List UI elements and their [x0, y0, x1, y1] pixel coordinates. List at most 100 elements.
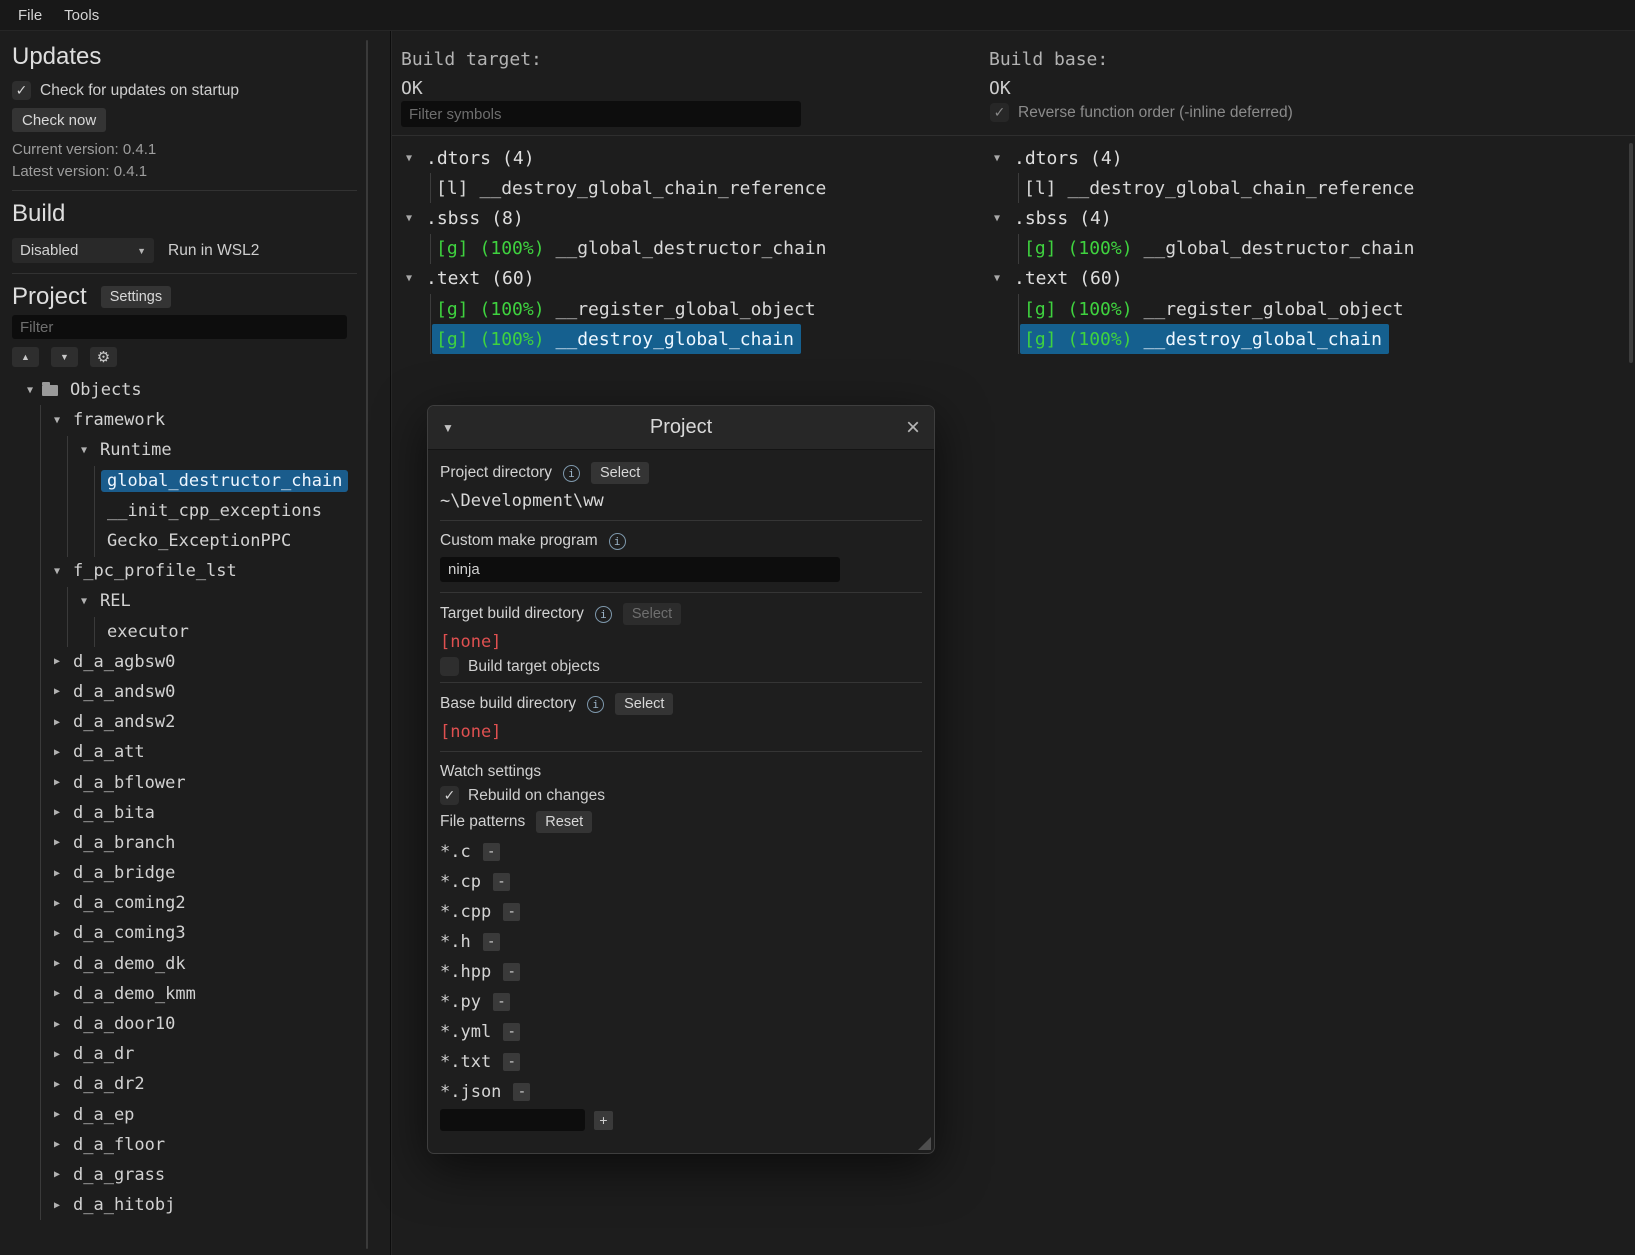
- add-pattern-input[interactable]: [440, 1109, 585, 1131]
- symbol-row[interactable]: [l] __destroy_global_chain_reference: [432, 173, 833, 203]
- symbol-row[interactable]: [g] (100%) __register_global_object: [432, 294, 823, 324]
- rebuild-on-changes-checkbox[interactable]: ✓ Rebuild on changes: [440, 786, 922, 805]
- tree-item-selected[interactable]: global_destructor_chain: [12, 466, 357, 496]
- tree-item[interactable]: ▶ d_a_dr2: [12, 1069, 357, 1099]
- tree-settings-button[interactable]: ⚙: [90, 347, 117, 367]
- symbol-row[interactable]: [l] __destroy_global_chain_reference: [1020, 173, 1421, 203]
- tree-item[interactable]: ▼ framework: [12, 405, 357, 435]
- tree-item[interactable]: ▼ REL: [12, 586, 357, 616]
- menu-file[interactable]: File: [8, 2, 52, 29]
- remove-pattern-button[interactable]: -: [492, 873, 510, 891]
- pattern-row: *.cpp -: [440, 897, 922, 927]
- custom-make-input[interactable]: [440, 557, 840, 582]
- project-filter-input[interactable]: [12, 315, 347, 339]
- sidebar-scrollbar[interactable]: [366, 40, 368, 1249]
- tree-item[interactable]: Gecko_ExceptionPPC: [12, 526, 357, 556]
- tree-item[interactable]: ▶ d_a_coming2: [12, 888, 357, 918]
- tree-item[interactable]: ▶ d_a_bflower: [12, 767, 357, 797]
- symbol-row[interactable]: [g] (100%) __global_destructor_chain: [1020, 234, 1421, 264]
- section-sbss[interactable]: ▼ .sbss (4): [989, 203, 1421, 233]
- tree-item[interactable]: ▶ d_a_branch: [12, 828, 357, 858]
- tree-item[interactable]: ▶ d_a_demo_dk: [12, 949, 357, 979]
- section-text[interactable]: ▼ .text (60): [401, 264, 833, 294]
- section-dtors[interactable]: ▼ .dtors (4): [401, 143, 833, 173]
- info-icon[interactable]: i: [594, 605, 612, 623]
- symbol-flag: [l]: [1024, 177, 1057, 199]
- remove-pattern-button[interactable]: -: [503, 1023, 521, 1041]
- collapse-all-button[interactable]: ▲: [12, 347, 39, 367]
- tree-item[interactable]: ▶ d_a_agbsw0: [12, 647, 357, 677]
- build-target-objects-checkbox[interactable]: Build target objects: [440, 657, 922, 676]
- tree-item-label: Runtime: [100, 440, 172, 461]
- tree-item-label: d_a_dr2: [73, 1074, 145, 1095]
- section-sbss[interactable]: ▼ .sbss (8): [401, 203, 833, 233]
- remove-pattern-button[interactable]: -: [513, 1083, 531, 1101]
- symbol-row-selected[interactable]: [g] (100%) __destroy_global_chain: [432, 324, 801, 355]
- tree-item-label: global_destructor_chain: [101, 469, 349, 492]
- tree-item[interactable]: ▶ d_a_hitobj: [12, 1190, 357, 1220]
- symbol-row-selected[interactable]: [g] (100%) __destroy_global_chain: [1020, 324, 1389, 355]
- tree-item[interactable]: ▼ Runtime: [12, 435, 357, 465]
- base-build-directory-value: [none]: [440, 722, 502, 742]
- tree-item[interactable]: ▶ d_a_dr: [12, 1039, 357, 1069]
- tree-item-label: d_a_coming3: [73, 923, 186, 944]
- tree-item[interactable]: ▶ d_a_andsw2: [12, 707, 357, 737]
- symbol-filter-input[interactable]: [401, 101, 801, 127]
- symbol-row[interactable]: [g] (100%) __register_global_object: [1020, 294, 1411, 324]
- dialog-collapse-button[interactable]: ▼: [442, 421, 464, 435]
- tree-item[interactable]: ▶ d_a_coming3: [12, 918, 357, 948]
- triangle-right-icon: ▶: [53, 716, 61, 728]
- tree-item[interactable]: ▶ d_a_floor: [12, 1130, 357, 1160]
- info-icon[interactable]: i: [587, 695, 605, 713]
- remove-pattern-button[interactable]: -: [503, 1053, 521, 1071]
- dialog-titlebar[interactable]: ▼ Project ×: [428, 406, 934, 450]
- tree-item[interactable]: ▶ d_a_door10: [12, 1009, 357, 1039]
- remove-pattern-button[interactable]: -: [503, 903, 521, 921]
- target-build-select-button[interactable]: Select: [622, 603, 682, 625]
- tree-item[interactable]: ▶ d_a_ep: [12, 1100, 357, 1130]
- tree-item[interactable]: ▶ d_a_andsw0: [12, 677, 357, 707]
- add-pattern-button[interactable]: +: [594, 1110, 613, 1130]
- tree-item[interactable]: ▶ d_a_demo_kmm: [12, 979, 357, 1009]
- check-now-button[interactable]: Check now: [12, 108, 107, 132]
- triangle-right-icon: ▶: [53, 927, 61, 939]
- pattern-row: *.hpp -: [440, 957, 922, 987]
- updates-title: Updates: [12, 43, 102, 70]
- tree-item[interactable]: ▶ d_a_bita: [12, 798, 357, 828]
- gear-icon: ⚙: [96, 349, 111, 366]
- tree-item[interactable]: __init_cpp_exceptions: [12, 496, 357, 526]
- section-text[interactable]: ▼ .text (60): [989, 264, 1421, 294]
- base-build-select-button[interactable]: Select: [615, 693, 674, 715]
- triangle-right-icon: ▶: [53, 686, 61, 698]
- tree-item-objects[interactable]: ▼ Objects: [12, 375, 357, 405]
- symbol-row[interactable]: [g] (100%) __global_destructor_chain: [432, 234, 833, 264]
- remove-pattern-button[interactable]: -: [503, 963, 521, 981]
- tree-item-label: d_a_grass: [73, 1164, 166, 1185]
- remove-pattern-button[interactable]: -: [492, 993, 510, 1011]
- dialog-resize-handle[interactable]: [918, 1137, 931, 1150]
- main-scrollbar[interactable]: [1629, 143, 1633, 363]
- expand-all-button[interactable]: ▼: [51, 347, 78, 367]
- tree-item[interactable]: ▶ d_a_att: [12, 737, 357, 767]
- info-icon[interactable]: i: [608, 532, 626, 550]
- tree-item[interactable]: ▼ f_pc_profile_lst: [12, 556, 357, 586]
- project-directory-select-button[interactable]: Select: [590, 462, 650, 484]
- remove-pattern-button[interactable]: -: [482, 933, 500, 951]
- section-dtors[interactable]: ▼ .dtors (4): [989, 143, 1421, 173]
- tree-item[interactable]: ▶ d_a_grass: [12, 1160, 357, 1190]
- close-icon[interactable]: ×: [898, 415, 920, 439]
- menu-tools[interactable]: Tools: [54, 2, 109, 29]
- tree-item[interactable]: ▶ d_a_bridge: [12, 858, 357, 888]
- build-mode-dropdown[interactable]: Disabled ▼: [12, 238, 154, 263]
- reverse-function-order-checkbox[interactable]: ✓ Reverse function order (-inline deferr…: [990, 103, 1293, 122]
- separator: [12, 190, 357, 191]
- info-icon[interactable]: i: [562, 464, 580, 482]
- pattern-text: *.txt: [440, 1052, 492, 1072]
- check-updates-checkbox[interactable]: ✓ Check for updates on startup: [12, 81, 357, 100]
- remove-pattern-button[interactable]: -: [482, 843, 500, 861]
- tree-item-label: framework: [73, 410, 166, 431]
- reset-patterns-button[interactable]: Reset: [536, 811, 593, 833]
- project-settings-button[interactable]: Settings: [100, 286, 172, 308]
- tree-item[interactable]: executor: [12, 617, 357, 647]
- symbol-name: __destroy_global_chain: [555, 328, 794, 350]
